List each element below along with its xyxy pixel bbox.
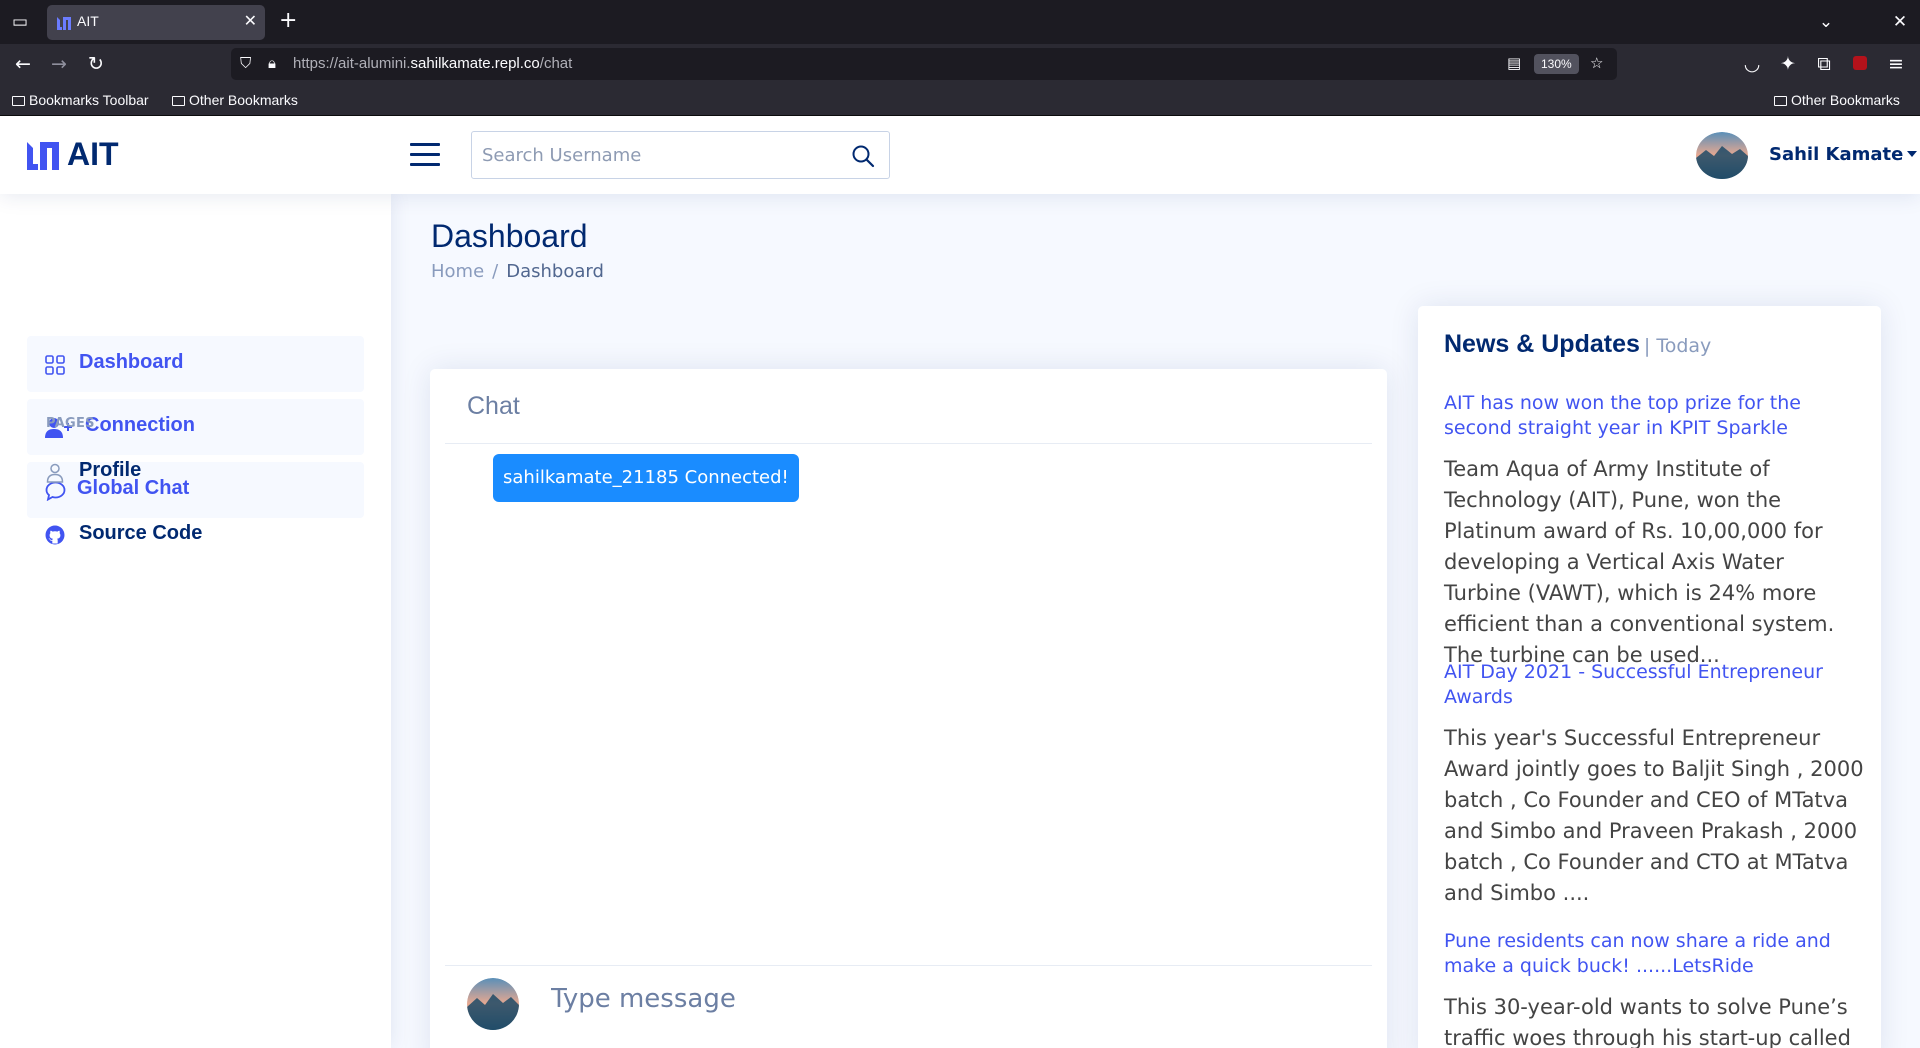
browser-tab-bar: ▭ AIT ✕ + ⌄ ✕	[0, 0, 1920, 44]
folder-icon	[1774, 96, 1787, 106]
news-item-title[interactable]: Pune residents can now share a ride and …	[1444, 929, 1864, 979]
web-page: AIT Sahil Kamate	[0, 116, 1920, 1048]
sidebar-heading: PAGES	[46, 416, 95, 431]
folder-icon	[172, 96, 185, 106]
reader-view-icon[interactable]: ▤	[1507, 54, 1521, 72]
back-icon[interactable]: ←	[11, 52, 35, 76]
breadcrumb-current: Dashboard	[506, 261, 604, 282]
search-bar	[471, 131, 890, 179]
extension-icon[interactable]: ✦	[1776, 52, 1800, 76]
caret-down-icon	[1907, 151, 1918, 157]
news-item-text: Team Aqua of Army Institute of Technolog…	[1444, 457, 1835, 667]
sidebar-item-label: Connection	[85, 414, 195, 436]
news-item: AIT Day 2021 - Successful Entrepreneur A…	[1444, 660, 1864, 909]
search-icon[interactable]	[851, 144, 875, 168]
sidebar-item-profile[interactable]: Profile	[27, 444, 364, 500]
browser-tab[interactable]: AIT ✕	[47, 5, 265, 40]
reload-icon[interactable]: ↻	[84, 52, 108, 76]
news-item-title[interactable]: AIT has now won the top prize for the se…	[1444, 391, 1864, 441]
breadcrumb-home[interactable]: Home	[431, 261, 484, 282]
ublock-icon[interactable]	[1848, 52, 1872, 76]
news-item-text: This year's Successful Entrepreneur Awar…	[1444, 726, 1864, 905]
bookmarks-toolbar: Bookmarks Toolbar Other Bookmarks Other …	[0, 84, 1920, 116]
news-item-text: This 30-year-old wants to solve Pune’s t…	[1444, 995, 1851, 1048]
chevron-down-icon[interactable]: ⌄	[1815, 11, 1837, 33]
tab-close-icon[interactable]: ✕	[244, 11, 257, 30]
zoom-level[interactable]: 130%	[1534, 54, 1579, 74]
message-input[interactable]	[551, 984, 1251, 1014]
bookmark-folder-other[interactable]: Other Bookmarks	[172, 92, 298, 108]
chat-input-avatar	[467, 978, 519, 1030]
chat-message: sahilkamate_21185 Connected!	[493, 454, 799, 502]
chat-card: Chat sahilkamate_21185 Connected!	[430, 369, 1387, 1048]
sidebar-toggle-icon[interactable]	[410, 143, 440, 167]
menu-icon[interactable]: ≡	[1884, 52, 1908, 76]
window-close-icon[interactable]: ✕	[1889, 11, 1911, 33]
folder-icon	[12, 96, 25, 106]
divider	[445, 443, 1372, 444]
url-text[interactable]: https://ait-alumini.sahilkamate.repl.co/…	[293, 55, 572, 72]
extensions-puzzle-icon[interactable]: ⧉	[1812, 52, 1836, 76]
shield-icon[interactable]: ⛉	[240, 54, 251, 72]
pocket-icon[interactable]: ◡	[1740, 52, 1764, 76]
browser-nav-bar: ← → ↻ ⛉ 🔒︎ https://ait-alumini.sahilkama…	[0, 44, 1920, 84]
breadcrumb: Home / Dashboard	[431, 261, 604, 282]
news-title: News & Updates	[1444, 330, 1640, 358]
person-icon	[46, 463, 64, 483]
new-tab-icon[interactable]: +	[279, 8, 297, 33]
chat-title: Chat	[467, 392, 520, 420]
sidebar-item-label: Dashboard	[79, 351, 184, 373]
site-header: AIT Sahil Kamate	[0, 116, 1920, 194]
search-input[interactable]	[482, 140, 812, 170]
news-item: AIT has now won the top prize for the se…	[1444, 391, 1864, 671]
sidebar-item-source-code[interactable]: Source Code	[27, 507, 364, 563]
divider	[445, 965, 1372, 966]
logo-text: AIT	[67, 136, 119, 172]
breadcrumb-separator: /	[492, 261, 499, 282]
tab-list-icon[interactable]: ▭	[9, 11, 31, 33]
sidebar: Dashboard Connection Global Chat PAGES P…	[0, 194, 391, 1048]
bookmark-folder-other-right[interactable]: Other Bookmarks	[1774, 92, 1900, 108]
grid-icon	[45, 355, 65, 375]
github-icon	[45, 525, 65, 545]
sidebar-item-label: Source Code	[79, 522, 203, 544]
bookmark-folder-toolbar[interactable]: Bookmarks Toolbar	[12, 92, 149, 108]
news-subtitle: | Today	[1643, 335, 1712, 357]
news-item-title[interactable]: AIT Day 2021 - Successful Entrepreneur A…	[1444, 660, 1864, 710]
page-title: Dashboard	[431, 218, 588, 254]
news-header: News & Updates | Today	[1444, 330, 1711, 359]
sidebar-item-label: Profile	[79, 459, 142, 481]
profile-dropdown[interactable]: Sahil Kamate	[1769, 144, 1918, 165]
news-card: News & Updates | Today AIT has now won th…	[1418, 306, 1881, 1048]
forward-icon[interactable]: →	[47, 52, 71, 76]
ait-favicon-icon	[57, 17, 71, 30]
sidebar-item-dashboard[interactable]: Dashboard	[27, 336, 364, 392]
tab-title: AIT	[77, 13, 99, 29]
ait-logo-icon	[27, 142, 59, 170]
url-bar[interactable]: ⛉ 🔒︎ https://ait-alumini.sahilkamate.rep…	[231, 48, 1617, 80]
star-icon[interactable]: ☆	[1590, 54, 1603, 72]
news-item: Pune residents can now share a ride and …	[1444, 929, 1864, 1048]
avatar[interactable]	[1696, 132, 1748, 179]
lock-icon[interactable]: 🔒︎	[268, 54, 276, 72]
